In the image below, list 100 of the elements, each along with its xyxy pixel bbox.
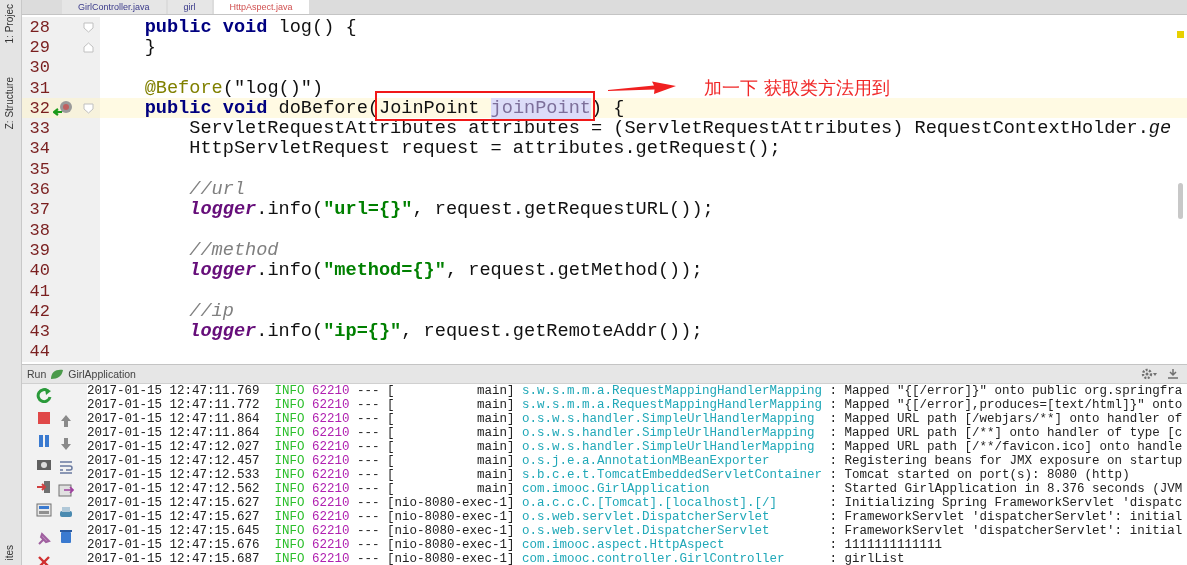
line-number: 38 <box>28 220 50 240</box>
code-line: logger.info("url={}", request.getRequestURL()); <box>188 199 714 221</box>
log-timestamp: 2017-01-15 12:47:11.864 <box>87 426 261 440</box>
export-icon[interactable] <box>57 481 74 498</box>
line-number: 33 <box>28 119 50 139</box>
log-separator: --- <box>357 552 381 565</box>
log-thread: [ main] <box>387 398 516 412</box>
layout-icon[interactable] <box>35 501 52 518</box>
warning-marker[interactable] <box>1177 31 1184 38</box>
line-number: 32 <box>28 98 50 118</box>
code-line: } <box>143 36 156 58</box>
log-pid: 62210 <box>312 524 351 538</box>
log-logger: s.w.s.m.m.a.RequestMappingHandlerMapping <box>522 384 824 398</box>
run-configuration-tab[interactable]: GirlApplication <box>68 368 136 380</box>
log-thread: [ main] <box>387 482 516 496</box>
log-thread: [nio-8080-exec-1] <box>387 552 516 565</box>
log-timestamp: 2017-01-15 12:47:11.772 <box>87 398 261 412</box>
log-level: INFO <box>274 426 306 440</box>
log-timestamp: 2017-01-15 12:47:15.676 <box>87 538 261 552</box>
editor-tab[interactable]: HttpAspect.java <box>213 0 309 14</box>
line-number: 37 <box>28 200 50 220</box>
log-message: : Registering beans for JMX exposure on startup <box>829 454 1183 468</box>
exit-icon[interactable] <box>35 478 52 495</box>
code-line: //method <box>188 239 279 261</box>
log-pid: 62210 <box>312 398 351 412</box>
code-line: logger.info("ip={}", request.getRemoteAddr()); <box>188 321 703 343</box>
log-separator: --- <box>357 398 381 412</box>
log-timestamp: 2017-01-15 12:47:15.645 <box>87 524 261 538</box>
trash-icon[interactable] <box>57 527 74 544</box>
callout-text: 加一下 获取类方法用到 <box>704 76 890 101</box>
editor-tab[interactable]: girl <box>167 0 212 14</box>
code-line: @Before("log()") <box>143 77 324 99</box>
line-number: 34 <box>28 139 50 159</box>
tool-window-tab[interactable]: Z: Structure <box>4 73 21 134</box>
stop-icon[interactable] <box>35 409 52 426</box>
close-icon[interactable] <box>35 553 52 565</box>
arrow-icon <box>608 81 677 96</box>
log-logger: s.b.c.e.t.TomcatEmbeddedServletContainer <box>522 468 824 482</box>
log-thread: [ main] <box>387 468 516 482</box>
log-pid: 62210 <box>312 538 351 552</box>
tool-window-tab[interactable]: 1: Projec <box>4 0 21 48</box>
line-number: 41 <box>28 281 50 301</box>
log-separator: --- <box>357 496 381 510</box>
log-separator: --- <box>357 510 381 524</box>
log-pid: 62210 <box>312 454 351 468</box>
log-pid: 62210 <box>312 482 351 496</box>
log-separator: --- <box>357 468 381 482</box>
log-separator: --- <box>357 454 381 468</box>
log-level: INFO <box>274 524 306 538</box>
log-thread: [nio-8080-exec-1] <box>387 496 516 510</box>
editor-tab[interactable]: GirlController.java <box>62 0 166 14</box>
log-timestamp: 2017-01-15 12:47:15.687 <box>87 552 261 565</box>
code-line: //ip <box>188 300 234 322</box>
log-separator: --- <box>357 440 381 454</box>
code-line: HttpServletRequest request = attributes.getRequest(); <box>188 138 781 160</box>
log-pid: 62210 <box>312 426 351 440</box>
log-thread: [ main] <box>387 412 516 426</box>
log-pid: 62210 <box>312 468 351 482</box>
log-logger: com.imooc.GirlApplication <box>522 482 711 496</box>
log-level: INFO <box>274 482 306 496</box>
line-number: 30 <box>28 58 50 78</box>
log-pid: 62210 <box>312 510 351 524</box>
log-separator: --- <box>357 524 381 538</box>
log-timestamp: 2017-01-15 12:47:15.627 <box>87 496 261 510</box>
log-separator: --- <box>357 538 381 552</box>
log-logger: com.imooc.controller.GirlController <box>522 552 786 565</box>
line-number: 31 <box>28 78 50 98</box>
log-separator: --- <box>357 384 381 398</box>
log-level: INFO <box>274 384 306 398</box>
log-logger: com.imooc.aspect.HttpAspect <box>522 538 726 552</box>
log-logger: o.s.web.servlet.DispatcherServlet <box>522 524 771 538</box>
log-pid: 62210 <box>312 412 351 426</box>
scrollbar-thumb[interactable] <box>1178 183 1183 219</box>
log-thread: [nio-8080-exec-1] <box>387 524 516 538</box>
log-logger: o.s.w.s.handler.SimpleUrlHandlerMapping <box>522 426 816 440</box>
log-pid: 62210 <box>312 552 351 565</box>
log-message: : 1111111111111 <box>829 538 943 552</box>
log-logger: o.s.j.e.a.AnnotationMBeanExporter <box>522 454 771 468</box>
log-message: : FrameworkServlet 'dispatcherServlet': initial <box>829 510 1183 524</box>
log-level: INFO <box>274 454 306 468</box>
tool-window-tab[interactable]: ites <box>4 541 21 565</box>
log-message: : FrameworkServlet 'dispatcherServlet': initial <box>829 524 1183 538</box>
app-config-icon <box>50 368 65 380</box>
code-line: logger.info("method={}", request.getMethod()); <box>188 260 703 282</box>
log-timestamp: 2017-01-15 12:47:12.457 <box>87 454 261 468</box>
log-logger: o.s.w.s.handler.SimpleUrlHandlerMapping <box>522 412 816 426</box>
log-message: : Initializing Spring FrameworkServlet 'dispatc <box>829 496 1183 510</box>
log-level: INFO <box>274 552 306 565</box>
log-level: INFO <box>274 510 306 524</box>
soft-wrap-icon[interactable] <box>57 458 74 475</box>
log-thread: [nio-8080-exec-1] <box>387 510 516 524</box>
log-pid: 62210 <box>312 384 351 398</box>
line-number: 28 <box>28 17 50 37</box>
settings-icon[interactable] <box>1141 368 1157 380</box>
log-message: : Mapped URL path [/**] onto handler of type [c <box>829 426 1183 440</box>
log-level: INFO <box>274 468 306 482</box>
rerun-icon[interactable] <box>35 386 52 403</box>
log-message: : Mapped "{[/error],produces=[text/html]}" onto <box>829 398 1183 412</box>
run-panel-title: Run <box>27 368 47 380</box>
log-timestamp: 2017-01-15 12:47:12.562 <box>87 482 261 496</box>
